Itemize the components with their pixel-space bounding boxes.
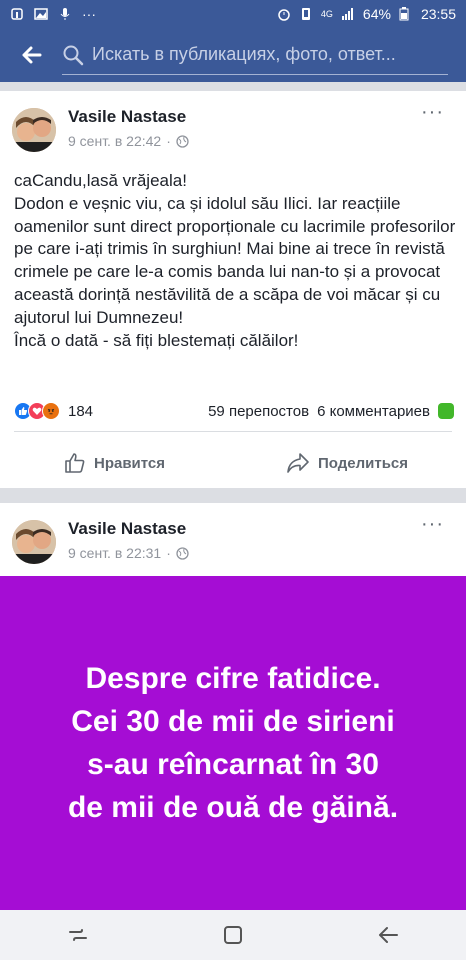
search-input[interactable]: Искать в публикациях, фото, ответ... [62,35,448,75]
reactions-bar: 184 59 перепостов 6 комментариев [14,399,454,423]
post-header: Vasile Nastase 9 сент. в 22:42 · ··· [0,91,466,163]
search-placeholder: Искать в публикациях, фото, ответ... [92,44,396,64]
back-nav-button[interactable] [368,915,408,955]
status-bar: ··· 4G 64% 23:55 [0,0,466,28]
post-options-button[interactable]: ··· [421,101,444,124]
comments-count[interactable]: 6 комментариев [317,403,430,420]
microphone-icon [58,7,72,21]
back-button[interactable] [0,28,62,82]
signal-icon [341,7,355,21]
post-card: Vasile Nastase 9 сент. в 22:31 · ··· Des… [0,503,466,910]
back-arrow-icon [22,46,42,64]
post-date[interactable]: 9 сент. в 22:42 [68,133,161,149]
avatar[interactable] [12,520,56,564]
recent-apps-icon [68,929,87,941]
meta-separator: · [166,133,171,149]
post-actions: Нравится Поделиться [0,441,466,485]
post-meta: 9 сент. в 22:42 · [68,133,189,149]
post-date[interactable]: 9 сент. в 22:31 [68,545,161,561]
post-card: Vasile Nastase 9 сент. в 22:42 · ··· caC… [0,91,466,488]
more-notifications-icon: ··· [82,6,96,22]
battery-percent: 64% [362,6,391,22]
author-name[interactable]: Vasile Nastase [68,107,186,127]
like-label: Нравится [94,454,166,472]
home-button[interactable] [213,915,253,955]
alarm-icon [277,7,291,21]
comment-bubble-icon [438,403,454,419]
angry-reaction-icon [42,402,60,420]
meta-separator: · [166,545,171,561]
post-text-line: Încă o dată - să fiți blestemați călăilo… [14,330,299,350]
gallery-icon [34,7,48,21]
banner-line: s-au reîncarnat în 30 [87,748,379,781]
notification-icon [10,7,24,21]
divider [14,431,452,432]
author-name[interactable]: Vasile Nastase [68,519,186,539]
banner-line: de mii de ouă de găină. [67,791,399,824]
globe-icon [176,546,189,560]
banner-text: Despre cifre fatidice. Cei 30 de mii de … [18,657,448,829]
reaction-count[interactable]: 184 [68,403,93,420]
avatar[interactable] [12,108,56,152]
clock: 23:55 [420,6,456,22]
share-arrow-icon [287,453,309,473]
back-nav-icon [379,927,399,943]
post-header: Vasile Nastase 9 сент. в 22:31 · ··· [0,503,466,575]
network-type: 4G [320,9,333,19]
vibrate-icon [299,7,313,21]
post-text-line: caCandu,lasă vrăjeala! [14,171,187,190]
post-stats: 59 перепостов 6 комментариев [208,403,454,420]
banner-line: Cei 30 de mii de sirieni [71,705,395,738]
text-banner[interactable]: Despre cifre fatidice. Cei 30 de mii de … [0,576,466,910]
reaction-icons[interactable] [14,402,60,420]
like-button[interactable]: Нравится [64,452,165,474]
thumbs-up-icon [65,453,85,473]
share-button[interactable]: Поделиться [286,452,408,474]
system-navigation-bar [0,910,466,960]
share-label: Поделиться [318,454,409,472]
globe-icon [176,134,189,148]
search-header: Искать в публикациях, фото, ответ... [0,28,466,82]
reposts-count[interactable]: 59 перепостов [208,403,309,420]
post-meta: 9 сент. в 22:31 · [68,545,189,561]
recent-apps-button[interactable] [58,915,98,955]
home-icon [223,926,242,944]
post-options-button[interactable]: ··· [421,513,444,536]
post-text: caCandu,lasă vrăjeala! Dodon e veșnic vi… [14,170,458,352]
search-icon [63,45,84,65]
post-text-line: Dodon e veșnic viu, ca și idolul său Ili… [14,193,456,327]
battery-icon [399,7,413,21]
banner-line: Despre cifre fatidice. [85,662,381,695]
